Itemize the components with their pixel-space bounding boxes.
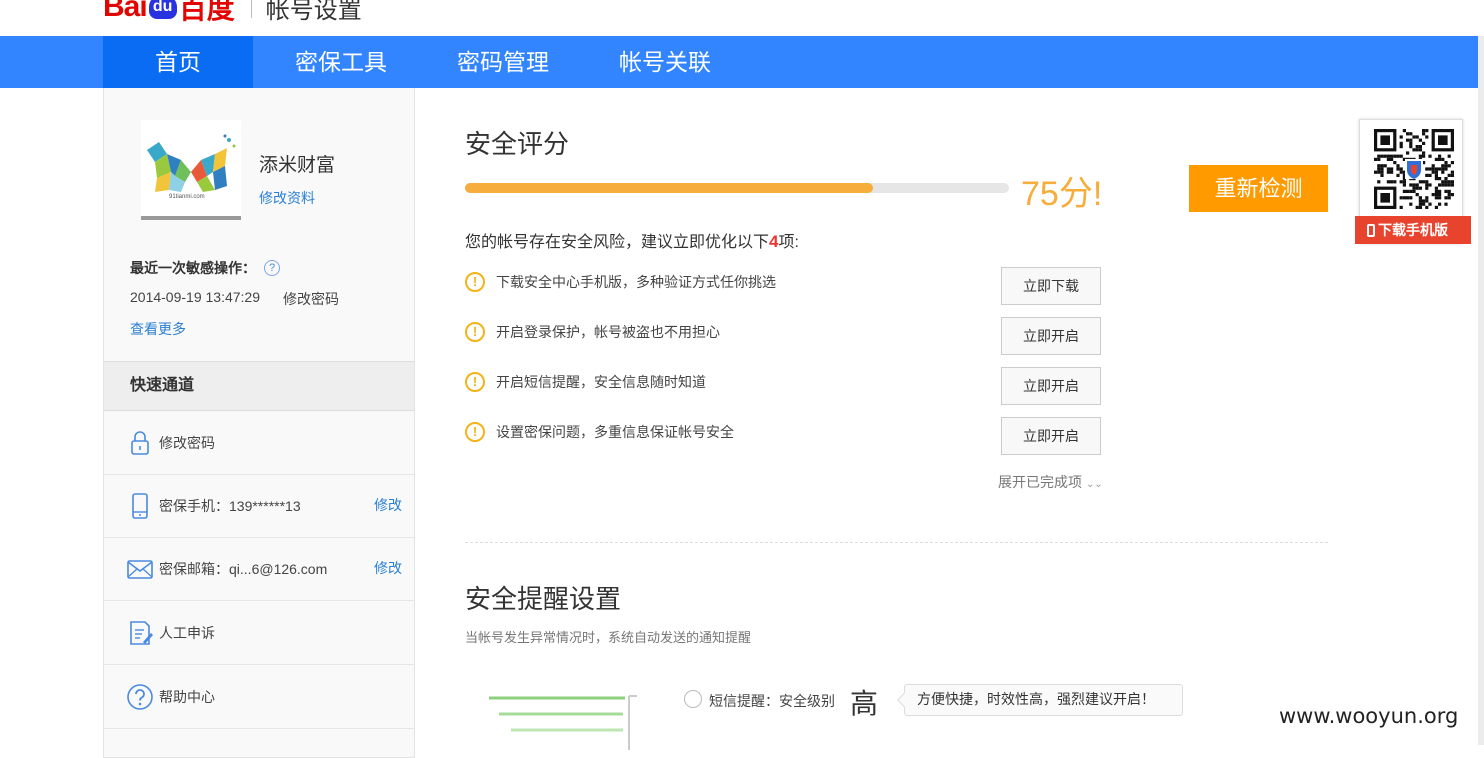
enable-login-protection-button[interactable]: 立即开启 bbox=[1001, 317, 1101, 355]
sms-recommendation-tooltip: 方便快捷，时效性高，强烈建议开启！ bbox=[896, 684, 1183, 716]
risk-message-suffix: 项: bbox=[778, 234, 799, 251]
recent-operation-heading: 最近一次敏感操作： ? bbox=[130, 258, 280, 278]
quick-item-change-password[interactable]: 修改密码 bbox=[104, 411, 414, 475]
quick-item-help-center[interactable]: 帮助中心 bbox=[104, 665, 414, 729]
baidu-logo[interactable]: Bai du 百度 帐号设置 bbox=[103, 0, 362, 27]
security-alerts-description: 当帐号发生异常情况时，系统自动发送的通知提醒 bbox=[465, 630, 752, 645]
warning-icon: ! bbox=[465, 272, 485, 292]
security-progress-fill bbox=[465, 183, 873, 193]
view-more-link[interactable]: 查看更多 bbox=[130, 319, 186, 339]
quick-item-security-phone: 密保手机：139******13 修改 bbox=[104, 474, 414, 538]
logo-divider bbox=[250, 0, 252, 18]
quick-item-manual-appeal[interactable]: 人工申诉 bbox=[104, 601, 414, 665]
logo-text-chinese: 百度 bbox=[178, 0, 235, 24]
enable-sms-alerts-button[interactable]: 立即开启 bbox=[1001, 367, 1101, 405]
recent-operation-type: 修改密码 bbox=[283, 291, 339, 307]
enable-security-questions-button[interactable]: 立即开启 bbox=[1001, 417, 1101, 455]
logo-text-latin: Bai bbox=[103, 0, 148, 23]
expand-completed-link[interactable]: 展开已完成项 ⌄⌄ bbox=[998, 472, 1103, 492]
quick-item-label: 密保手机：139******13 bbox=[159, 498, 301, 514]
recent-operation-time: 2014-09-19 13:47:29 bbox=[130, 289, 260, 305]
mobile-app-promo[interactable]: 下载手机版 bbox=[1355, 116, 1471, 248]
tooltip-arrow bbox=[896, 692, 912, 708]
phone-icon bbox=[1367, 224, 1375, 237]
tab-home[interactable]: 首页 bbox=[103, 36, 253, 88]
edit-profile-link[interactable]: 修改资料 bbox=[259, 188, 315, 208]
section-divider bbox=[465, 542, 1328, 543]
edit-email-link[interactable]: 修改 bbox=[374, 558, 402, 578]
tooltip-text: 方便快捷，时效性高，强烈建议开启！ bbox=[917, 691, 1155, 707]
question-circle-icon bbox=[127, 684, 153, 710]
avatar-caption: 91tianmi.com bbox=[169, 194, 205, 200]
help-icon[interactable]: ? bbox=[264, 260, 280, 276]
sms-alert-radio[interactable] bbox=[684, 690, 702, 708]
tab-password-management[interactable]: 密码管理 bbox=[438, 36, 568, 88]
security-progress-bar bbox=[465, 183, 1009, 193]
task-security-questions: ! 设置密保问题，多重信息保证帐号安全 立即开启 bbox=[465, 417, 1105, 457]
main-nav: 首页 密保工具 密码管理 帐号关联 bbox=[0, 36, 1484, 88]
security-score-value: 75分! bbox=[1021, 175, 1103, 213]
qr-code-icon bbox=[1372, 127, 1456, 211]
download-mobile-label: 下载手机版 bbox=[1378, 222, 1448, 238]
scrollbar[interactable] bbox=[1478, 36, 1484, 745]
warning-icon: ! bbox=[465, 372, 485, 392]
task-text: 设置密保问题，多重信息保证帐号安全 bbox=[496, 424, 734, 440]
envelope-icon bbox=[127, 560, 153, 579]
quick-item-label: 修改密码 bbox=[159, 435, 215, 451]
edit-phone-link[interactable]: 修改 bbox=[374, 495, 402, 515]
sms-security-level: 高 bbox=[850, 688, 879, 719]
page-subtitle: 帐号设置 bbox=[265, 0, 362, 24]
quick-item-label: 人工申诉 bbox=[159, 625, 215, 641]
security-alerts-title: 安全提醒设置 bbox=[465, 584, 622, 614]
quick-item-security-email: 密保邮箱：qi...6@126.com 修改 bbox=[104, 537, 414, 601]
quick-item-label: 密保邮箱：qi...6@126.com bbox=[159, 561, 328, 577]
sms-alert-label: 短信提醒：安全级别 bbox=[709, 693, 835, 709]
tab-account-linking[interactable]: 帐号关联 bbox=[600, 36, 730, 88]
warning-icon: ! bbox=[465, 322, 485, 342]
task-login-protection: ! 开启登录保护，帐号被盗也不用担心 立即开启 bbox=[465, 317, 1105, 357]
recent-operation-title: 最近一次敏感操作： bbox=[130, 260, 256, 276]
lock-icon bbox=[131, 431, 149, 455]
task-text: 开启登录保护，帐号被盗也不用担心 bbox=[496, 324, 720, 340]
watermark: www.wooyun.org bbox=[1279, 704, 1459, 728]
top-bar: Bai du 百度 帐号设置 bbox=[0, 0, 1484, 36]
mobile-phone-icon bbox=[132, 493, 148, 519]
document-edit-icon bbox=[130, 621, 153, 645]
quick-item-label: 帮助中心 bbox=[159, 689, 215, 705]
download-now-button[interactable]: 立即下载 bbox=[1001, 267, 1101, 305]
security-score-title: 安全评分 bbox=[465, 129, 570, 159]
avatar[interactable]: 91tianmi.com bbox=[141, 120, 241, 220]
task-text: 开启短信提醒，安全信息随时知道 bbox=[496, 374, 706, 390]
task-download-app: ! 下载安全中心手机版，多种验证方式任你挑选 立即下载 bbox=[465, 267, 1105, 307]
expand-completed-label: 展开已完成项 bbox=[998, 474, 1082, 490]
paw-icon: du bbox=[148, 0, 177, 19]
sms-illustration-icon bbox=[489, 695, 637, 750]
quick-access-title: 快速通道 bbox=[104, 361, 414, 411]
task-sms-alerts: ! 开启短信提醒，安全信息随时知道 立即开启 bbox=[465, 367, 1105, 407]
download-mobile-button[interactable]: 下载手机版 bbox=[1355, 216, 1471, 244]
chevron-down-icon: ⌄⌄ bbox=[1086, 479, 1103, 490]
warning-icon: ! bbox=[465, 422, 485, 442]
sidebar: 91tianmi.com 添米财富 修改资料 最近一次敏感操作： ? 2014-… bbox=[103, 88, 415, 758]
task-text: 下载安全中心手机版，多种验证方式任你挑选 bbox=[496, 274, 776, 290]
username: 添米财富 bbox=[259, 155, 336, 176]
tianmi-logo-icon bbox=[147, 134, 236, 192]
recheck-button[interactable]: 重新检测 bbox=[1189, 165, 1328, 212]
risk-message: 您的帐号存在安全风险，建议立即优化以下4项: bbox=[465, 228, 799, 252]
risk-message-prefix: 您的帐号存在安全风险，建议立即优化以下 bbox=[465, 234, 770, 251]
tab-security-tools[interactable]: 密保工具 bbox=[276, 36, 406, 88]
